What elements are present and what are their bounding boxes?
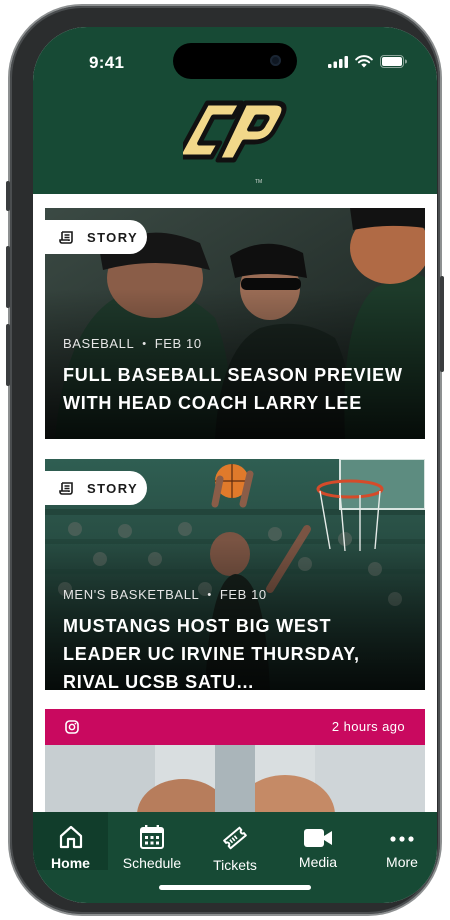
story-badge: STORY	[45, 471, 147, 505]
news-feed: STORY BASEBALL • FEB 10 FULL BASEBALL SE…	[33, 194, 437, 812]
meta-separator: •	[142, 337, 147, 350]
volume-down-button	[6, 324, 10, 386]
ticket-icon	[223, 826, 247, 850]
story-meta: MEN'S BASKETBALL • FEB 10	[63, 587, 267, 602]
social-post-header[interactable]: 2 hours ago	[45, 709, 425, 745]
camera-icon	[270, 55, 281, 66]
app-header: 9:41 TM	[33, 27, 437, 194]
status-time: 9:41	[89, 53, 125, 72]
video-icon	[304, 829, 332, 847]
home-icon	[59, 825, 82, 849]
story-label: STORY	[87, 480, 139, 496]
calendar-icon	[140, 825, 164, 849]
story-meta: BASEBALL • FEB 10	[63, 336, 202, 351]
social-post-time: 2 hours ago	[331, 719, 405, 734]
more-dots-icon	[390, 836, 414, 842]
battery-icon	[380, 55, 407, 68]
story-label: STORY	[87, 229, 139, 245]
social-post-photo[interactable]	[45, 745, 425, 812]
tab-label: Tickets	[213, 857, 257, 873]
volume-up-button	[6, 246, 10, 308]
scroll-icon	[59, 230, 73, 244]
tab-home[interactable]: Home	[33, 812, 108, 871]
status-icons	[328, 55, 407, 68]
status-bar: 9:41	[33, 27, 437, 79]
tab-label: Home	[51, 855, 90, 871]
tab-media[interactable]: Media	[283, 812, 353, 870]
story-badge: STORY	[45, 220, 147, 254]
screen: 9:41 TM STORY BASEBALL • FEB 10 FULL BAS…	[33, 27, 437, 903]
story-headline[interactable]: MUSTANGS HOST BIG WEST LEADER UC IRVINE …	[63, 612, 413, 690]
story-date: FEB 10	[154, 336, 202, 351]
power-button	[440, 276, 444, 372]
tab-schedule[interactable]: Schedule	[117, 812, 187, 871]
story-sport: BASEBALL	[63, 336, 135, 351]
tab-tickets[interactable]: Tickets	[200, 812, 270, 873]
svg-text:TM: TM	[255, 179, 262, 185]
meta-separator: •	[207, 588, 212, 601]
tab-bar: Home Schedule Tickets Media More	[33, 812, 437, 903]
tab-label: More	[386, 854, 418, 870]
action-button	[6, 181, 10, 211]
phone-frame: 9:41 TM STORY BASEBALL • FEB 10 FULL BAS…	[6, 6, 444, 914]
instagram-icon	[65, 720, 79, 734]
home-indicator[interactable]	[159, 885, 311, 890]
cal-poly-logo: TM	[183, 100, 287, 185]
story-headline[interactable]: FULL BASEBALL SEASON PREVIEW WITH HEAD C…	[63, 361, 413, 417]
story-sport: MEN'S BASKETBALL	[63, 587, 200, 602]
cellular-signal-icon	[328, 55, 348, 68]
tab-more[interactable]: More	[367, 812, 437, 870]
scroll-icon	[59, 481, 73, 495]
dynamic-island	[173, 43, 297, 79]
tab-label: Schedule	[122, 855, 182, 871]
wifi-icon	[355, 55, 373, 68]
tab-label: Media	[298, 854, 338, 870]
story-date: FEB 10	[219, 587, 267, 602]
story-card[interactable]: STORY BASEBALL • FEB 10 FULL BASEBALL SE…	[45, 208, 425, 439]
story-card[interactable]: STORY MEN'S BASKETBALL • FEB 10 MUSTANGS…	[45, 459, 425, 690]
